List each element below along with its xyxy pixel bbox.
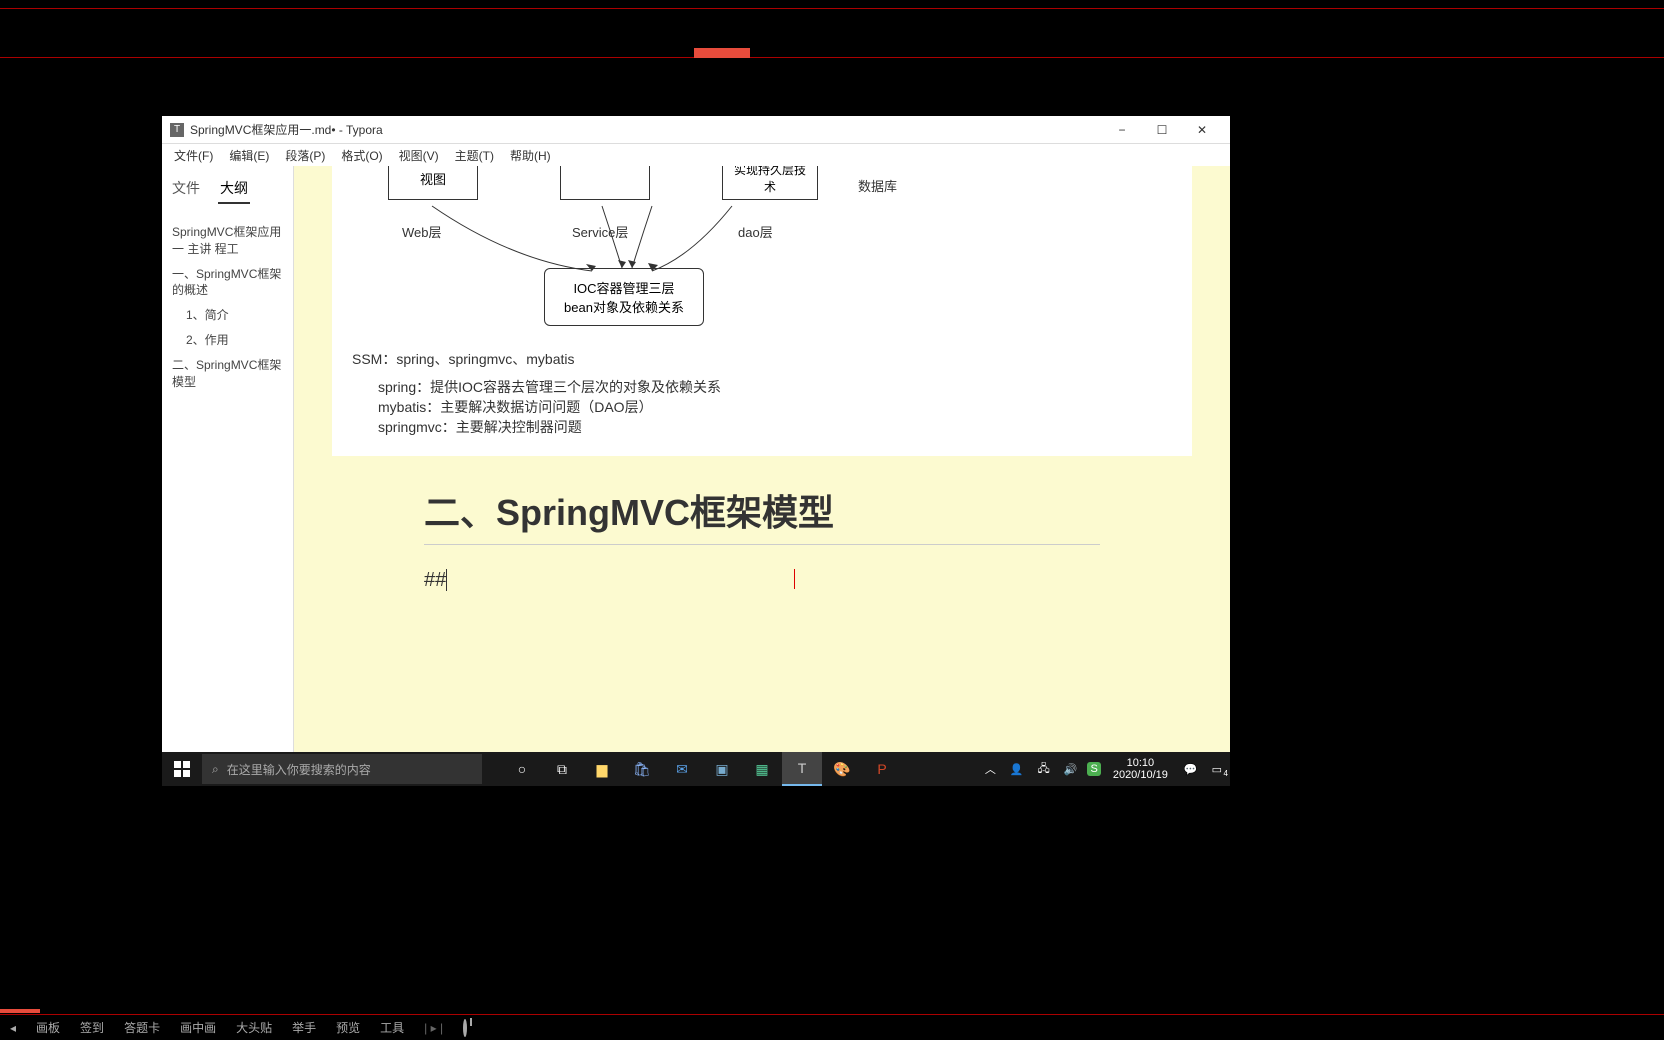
ioc-line2: bean对象及依赖关系 (564, 297, 684, 316)
outline-item[interactable]: 1、简介 (172, 303, 283, 328)
paint-icon[interactable]: 🎨 (822, 752, 862, 786)
task-icons: ○ ⧉ ▆ 🛍 ✉ ▣ ▦ T 🎨 P (502, 752, 902, 786)
system-tray: ︿ 👤 🖧 🔊 S 10:10 2020/10/19 💬 ▭4 (981, 757, 1230, 781)
titlebar: T SpringMVC框架应用一.md• - Typora − ☐ ✕ (162, 116, 1230, 144)
bb-signin[interactable]: 签到 (80, 1019, 104, 1036)
tray-clock[interactable]: 10:10 2020/10/19 (1107, 757, 1174, 781)
bb-raisehand[interactable]: 举手 (292, 1019, 316, 1036)
typora-taskbar-icon[interactable]: T (782, 752, 822, 786)
architecture-diagram: 视图 实现持久层技术 数据库 Web层 Service层 dao层 IOC容器管… (332, 166, 1192, 456)
recorder-toolbar: ◂ 画板 签到 答题卡 画中画 大头贴 举手 预览 工具 | ▸ | (0, 1014, 1664, 1040)
menu-format[interactable]: 格式(O) (335, 145, 388, 166)
menu-help[interactable]: 帮助(H) (504, 145, 557, 166)
search-icon: ⌕ (212, 762, 219, 777)
app-icon-2[interactable]: ▦ (742, 752, 782, 786)
tray-chevron-icon[interactable]: ︿ (981, 761, 1000, 777)
tray-action-center-icon[interactable]: 💬 (1180, 763, 1202, 776)
bb-answer[interactable]: 答题卡 (124, 1019, 160, 1036)
app-icon-1[interactable]: ▣ (702, 752, 742, 786)
tab-outline[interactable]: 大纲 (218, 174, 250, 204)
tray-network-icon[interactable]: 🖧 (1034, 760, 1054, 779)
ssm-springmvc: springmvc：主要解决控制器问题 (352, 414, 582, 441)
search-placeholder: 在这里输入你要搜索的内容 (227, 761, 371, 778)
text-cursor (794, 569, 795, 589)
diagram-label-web: Web层 (402, 222, 442, 241)
bb-preview[interactable]: 预览 (336, 1019, 360, 1036)
outline-list: SpringMVC框架应用一 主讲 程工 一、SpringMVC框架的概述 1、… (162, 212, 293, 402)
ioc-line1: IOC容器管理三层 (573, 278, 674, 297)
minimize-button[interactable]: − (1102, 118, 1142, 142)
diagram-label-dao: dao层 (738, 222, 773, 241)
diagram-label-service: Service层 (572, 222, 628, 241)
tray-ime-icon[interactable]: S (1087, 762, 1100, 776)
diagram-box-ioc: IOC容器管理三层 bean对象及依赖关系 (544, 268, 704, 326)
window-controls: − ☐ ✕ (1102, 118, 1222, 142)
bb-board[interactable]: 画板 (36, 1019, 60, 1036)
outline-item[interactable]: 2、作用 (172, 328, 283, 353)
outline-item[interactable]: 一、SpringMVC框架的概述 (172, 262, 283, 304)
mail-icon[interactable]: ✉ (662, 752, 702, 786)
bb-pip[interactable]: 画中画 (180, 1019, 216, 1036)
recorder-topbar (0, 0, 1664, 58)
menu-edit[interactable]: 编辑(E) (223, 145, 275, 166)
editor-content: 视图 实现持久层技术 数据库 Web层 Service层 dao层 IOC容器管… (294, 166, 1230, 764)
tray-time: 10:10 (1113, 757, 1168, 769)
diagram-box-view: 视图 (388, 166, 478, 200)
bb-tools[interactable]: 工具 (380, 1019, 404, 1036)
bb-arrow[interactable]: ◂ (10, 1021, 16, 1035)
hash-input-line[interactable]: ## (424, 569, 1100, 592)
outline-item[interactable]: 二、SpringMVC框架模型 (172, 353, 283, 395)
window-title: SpringMVC框架应用一.md• - Typora (190, 121, 1102, 138)
tray-date: 2020/10/19 (1113, 769, 1168, 781)
diagram-label-db: 数据库 (858, 176, 897, 195)
bb-divider: | ▸ | (424, 1021, 443, 1035)
windows-taskbar: ⌕ 在这里输入你要搜索的内容 ○ ⧉ ▆ 🛍 ✉ ▣ ▦ T 🎨 P ︿ 👤 🖧… (162, 752, 1230, 786)
heading-2[interactable]: 二、SpringMVC框架模型 (424, 484, 1100, 545)
tray-notif-icon[interactable]: ▭4 (1208, 763, 1226, 776)
editor-area[interactable]: 视图 实现持久层技术 数据库 Web层 Service层 dao层 IOC容器管… (294, 166, 1230, 764)
taskview-icon[interactable]: ⧉ (542, 752, 582, 786)
close-button[interactable]: ✕ (1182, 118, 1222, 142)
power-icon (463, 1019, 467, 1037)
ssm-title: SSM：spring、springmvc、mybatis (352, 346, 575, 373)
tab-files[interactable]: 文件 (170, 174, 202, 204)
diagram-box-persist: 实现持久层技术 (722, 166, 818, 200)
maximize-button[interactable]: ☐ (1142, 118, 1182, 142)
store-icon[interactable]: 🛍 (622, 752, 662, 786)
diagram-box-service (560, 166, 650, 200)
hash-text: ## (424, 569, 446, 591)
menu-theme[interactable]: 主题(T) (449, 145, 500, 166)
app-icon: T (170, 123, 184, 137)
start-button[interactable] (162, 752, 202, 786)
bb-sticker[interactable]: 大头贴 (236, 1019, 272, 1036)
typora-window: T SpringMVC框架应用一.md• - Typora − ☐ ✕ 文件(F… (162, 116, 1230, 786)
menu-file[interactable]: 文件(F) (168, 145, 219, 166)
sidebar: 文件 大纲 SpringMVC框架应用一 主讲 程工 一、SpringMVC框架… (162, 166, 294, 764)
explorer-icon[interactable]: ▆ (582, 752, 622, 786)
tray-volume-icon[interactable]: 🔊 (1060, 763, 1082, 776)
recording-indicator (694, 48, 750, 58)
powerpoint-icon[interactable]: P (862, 752, 902, 786)
menu-paragraph[interactable]: 段落(P) (279, 145, 331, 166)
cortana-icon[interactable]: ○ (502, 752, 542, 786)
bb-power[interactable] (463, 1021, 467, 1035)
menubar: 文件(F) 编辑(E) 段落(P) 格式(O) 视图(V) 主题(T) 帮助(H… (162, 144, 1230, 166)
sidebar-tabs: 文件 大纲 (162, 166, 293, 212)
tray-people-icon[interactable]: 👤 (1006, 763, 1028, 776)
menu-view[interactable]: 视图(V) (393, 145, 445, 166)
taskbar-search[interactable]: ⌕ 在这里输入你要搜索的内容 (202, 754, 482, 784)
outline-item[interactable]: SpringMVC框架应用一 主讲 程工 (172, 220, 283, 262)
